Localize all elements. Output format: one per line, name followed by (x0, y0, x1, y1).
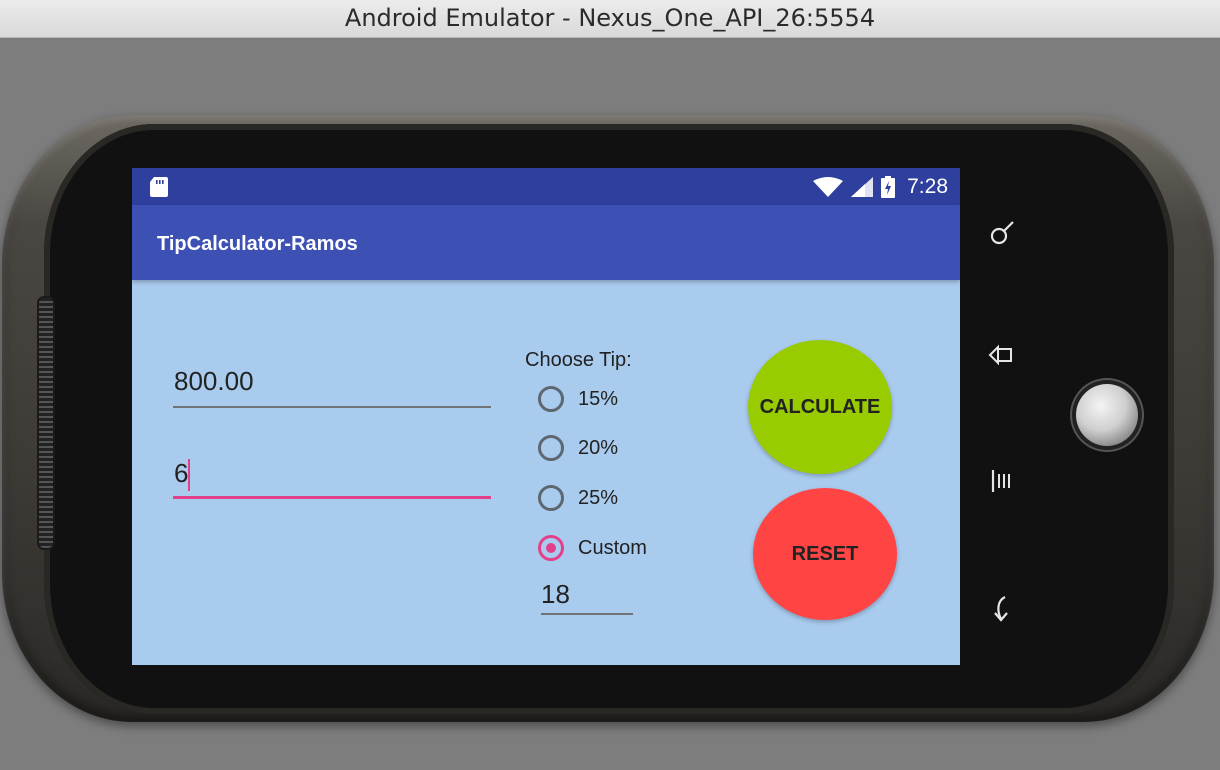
custom-tip-input[interactable]: 18 (541, 575, 633, 615)
app-title: TipCalculator-Ramos (157, 233, 358, 255)
custom-tip-value: 18 (541, 579, 570, 609)
window-title: Android Emulator - Nexus_One_API_26:5554 (0, 0, 1220, 38)
tip-option-custom[interactable]: Custom (538, 531, 647, 565)
app-bar: TipCalculator-Ramos (132, 205, 960, 280)
tip-option-label: 25% (578, 486, 619, 509)
trackball[interactable] (1076, 384, 1138, 446)
radio-button[interactable] (538, 386, 564, 412)
split-count-value: 6 (174, 458, 189, 488)
search-key-icon[interactable] (977, 212, 1027, 252)
cell-signal-icon (851, 176, 874, 197)
home-key-icon[interactable] (977, 335, 1027, 375)
text-cursor (188, 459, 190, 491)
radio-button[interactable] (538, 485, 564, 511)
speaker-grille (37, 296, 55, 550)
radio-button[interactable] (538, 435, 564, 461)
bill-amount-value: 800.00 (174, 366, 254, 396)
battery-charging-icon (881, 175, 896, 198)
status-clock: 7:28 (907, 174, 948, 198)
radio-button-selected[interactable] (538, 535, 564, 561)
tip-option-label: 20% (578, 436, 619, 459)
menu-key-icon[interactable] (977, 461, 1027, 501)
tip-label: Choose Tip: (525, 349, 632, 371)
calculate-button[interactable]: CALCULATE (748, 340, 892, 474)
tip-option-15[interactable]: 15% (538, 382, 618, 416)
reset-button[interactable]: RESET (753, 488, 897, 620)
bill-amount-input[interactable]: 800.00 (173, 364, 491, 408)
tip-option-20[interactable]: 20% (538, 431, 618, 465)
status-bar: 7:28 (132, 168, 960, 205)
tip-option-25[interactable]: 25% (538, 481, 618, 515)
device-screen: 7:28 TipCalculator-Ramos 800.00 6 Choose… (132, 168, 960, 665)
back-key-icon[interactable] (977, 588, 1027, 628)
wifi-icon (813, 176, 844, 197)
tip-option-label: Custom (578, 536, 647, 559)
sd-card-icon (150, 177, 168, 197)
tip-option-label: 15% (578, 387, 619, 410)
split-count-input[interactable]: 6 (173, 454, 491, 499)
